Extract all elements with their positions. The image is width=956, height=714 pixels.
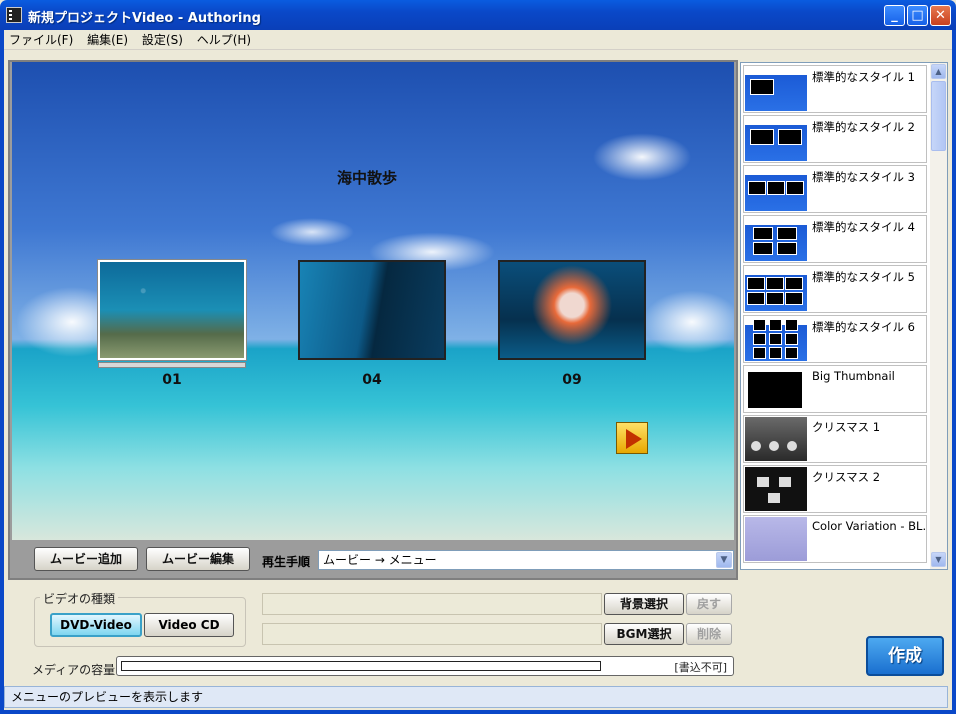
create-button[interactable]: 作成 xyxy=(866,636,944,676)
chapter-label-04: 04 xyxy=(362,372,382,388)
video-type-label: ビデオの種類 xyxy=(40,590,119,607)
style-name: Color Variation - BL... xyxy=(812,519,926,533)
style-item[interactable]: 標準的なスタイル 1 xyxy=(743,65,927,113)
style-item[interactable]: Color Variation - BL... xyxy=(743,515,927,563)
select-bgm-button[interactable]: BGM選択 xyxy=(604,623,684,645)
chapter-label-01: 01 xyxy=(162,372,182,388)
style-name: 標準的なスタイル 1 xyxy=(812,70,915,84)
style-item[interactable]: Big Thumbnail xyxy=(743,365,927,413)
background-path-field xyxy=(262,593,602,615)
style-preview-1 xyxy=(745,67,807,111)
style-name: 標準的なスタイル 3 xyxy=(812,170,915,184)
style-item[interactable]: 標準的なスタイル 2 xyxy=(743,115,927,163)
style-preview-xmas2 xyxy=(745,467,807,511)
style-item[interactable]: 標準的なスタイル 4 xyxy=(743,215,927,263)
scroll-thumb[interactable] xyxy=(931,81,946,151)
chevron-down-icon[interactable]: ▼ xyxy=(716,552,732,568)
style-preview-6 xyxy=(745,317,807,361)
style-item[interactable]: 標準的なスタイル 3 xyxy=(743,165,927,213)
status-bar: メニューのプレビューを表示します xyxy=(4,686,948,708)
menu-file[interactable]: ファイル(F) xyxy=(4,30,78,50)
select-background-button[interactable]: 背景選択 xyxy=(604,593,684,615)
style-list-scrollbar[interactable]: ▲ ▼ xyxy=(930,63,947,569)
dvd-video-toggle[interactable]: DVD-Video xyxy=(50,613,142,637)
style-item[interactable]: クリスマス 2 xyxy=(743,465,927,513)
chapter-thumbnail-09[interactable] xyxy=(498,260,646,360)
style-name: 標準的なスタイル 5 xyxy=(812,270,915,284)
edit-movie-button[interactable]: ムービー編集 xyxy=(146,547,250,571)
close-button[interactable]: ✕ xyxy=(930,5,951,26)
media-capacity-bar: [書込不可] xyxy=(116,656,734,676)
bgm-path-field xyxy=(262,623,602,645)
chapter-thumbnail-01[interactable] xyxy=(98,260,246,360)
scroll-up-icon[interactable]: ▲ xyxy=(931,64,946,79)
revert-background-button[interactable]: 戻す xyxy=(686,593,732,615)
chapter-thumbnail-04[interactable] xyxy=(298,260,446,360)
media-capacity-status: [書込不可] xyxy=(674,661,727,674)
play-order-label: 再生手順 xyxy=(262,555,311,569)
style-name: 標準的なスタイル 4 xyxy=(812,220,915,234)
thumbnail-progress xyxy=(98,362,246,368)
minimize-button[interactable]: _ xyxy=(884,5,905,26)
play-order-select[interactable]: ムービー → メニュー ▼ xyxy=(318,550,734,570)
style-preview-big xyxy=(745,367,807,411)
style-preview-5 xyxy=(745,267,807,311)
style-item[interactable]: 標準的なスタイル 5 xyxy=(743,265,927,313)
chapter-label-09: 09 xyxy=(562,372,582,388)
add-movie-button[interactable]: ムービー追加 xyxy=(34,547,138,571)
media-capacity-label: メディアの容量 xyxy=(32,663,116,677)
style-preview-2 xyxy=(745,117,807,161)
menu-preview: 海中散歩 01 04 09 xyxy=(12,62,734,540)
menu-bar: ファイル(F) 編集(E) 設定(S) ヘルプ(H) xyxy=(4,30,952,50)
scroll-down-icon[interactable]: ▼ xyxy=(931,552,946,567)
style-name: クリスマス 1 xyxy=(812,420,881,434)
style-preview-4 xyxy=(745,217,807,261)
style-preview-xmas1 xyxy=(745,417,807,461)
style-item[interactable]: クリスマス 1 xyxy=(743,415,927,463)
style-preview-color xyxy=(745,517,807,561)
style-name: クリスマス 2 xyxy=(812,470,881,484)
play-order-value: ムービー → メニュー xyxy=(323,553,437,567)
style-item[interactable]: 標準的なスタイル 6 xyxy=(743,315,927,363)
style-preview-3 xyxy=(745,167,807,211)
maximize-button[interactable]: □ xyxy=(907,5,928,26)
next-page-arrow-icon[interactable] xyxy=(616,422,648,454)
video-cd-toggle[interactable]: Video CD xyxy=(144,613,234,637)
menu-help[interactable]: ヘルプ(H) xyxy=(192,30,256,50)
window-title: 新規プロジェクトVideo - Authoring xyxy=(28,11,261,26)
film-icon xyxy=(6,7,22,23)
delete-bgm-button[interactable]: 削除 xyxy=(686,623,732,645)
style-list: 標準的なスタイル 1 標準的なスタイル 2 標準的なスタイル 3 標準的なスタイ… xyxy=(740,62,948,570)
style-name: Big Thumbnail xyxy=(812,369,895,383)
menu-settings[interactable]: 設定(S) xyxy=(137,30,188,50)
style-name: 標準的なスタイル 6 xyxy=(812,320,915,334)
title-bar: 新規プロジェクトVideo - Authoring _ □ ✕ xyxy=(0,0,956,30)
style-name: 標準的なスタイル 2 xyxy=(812,120,915,134)
media-capacity-fill xyxy=(121,661,601,671)
menu-edit[interactable]: 編集(E) xyxy=(82,30,133,50)
menu-title-text[interactable]: 海中散歩 xyxy=(337,167,397,188)
